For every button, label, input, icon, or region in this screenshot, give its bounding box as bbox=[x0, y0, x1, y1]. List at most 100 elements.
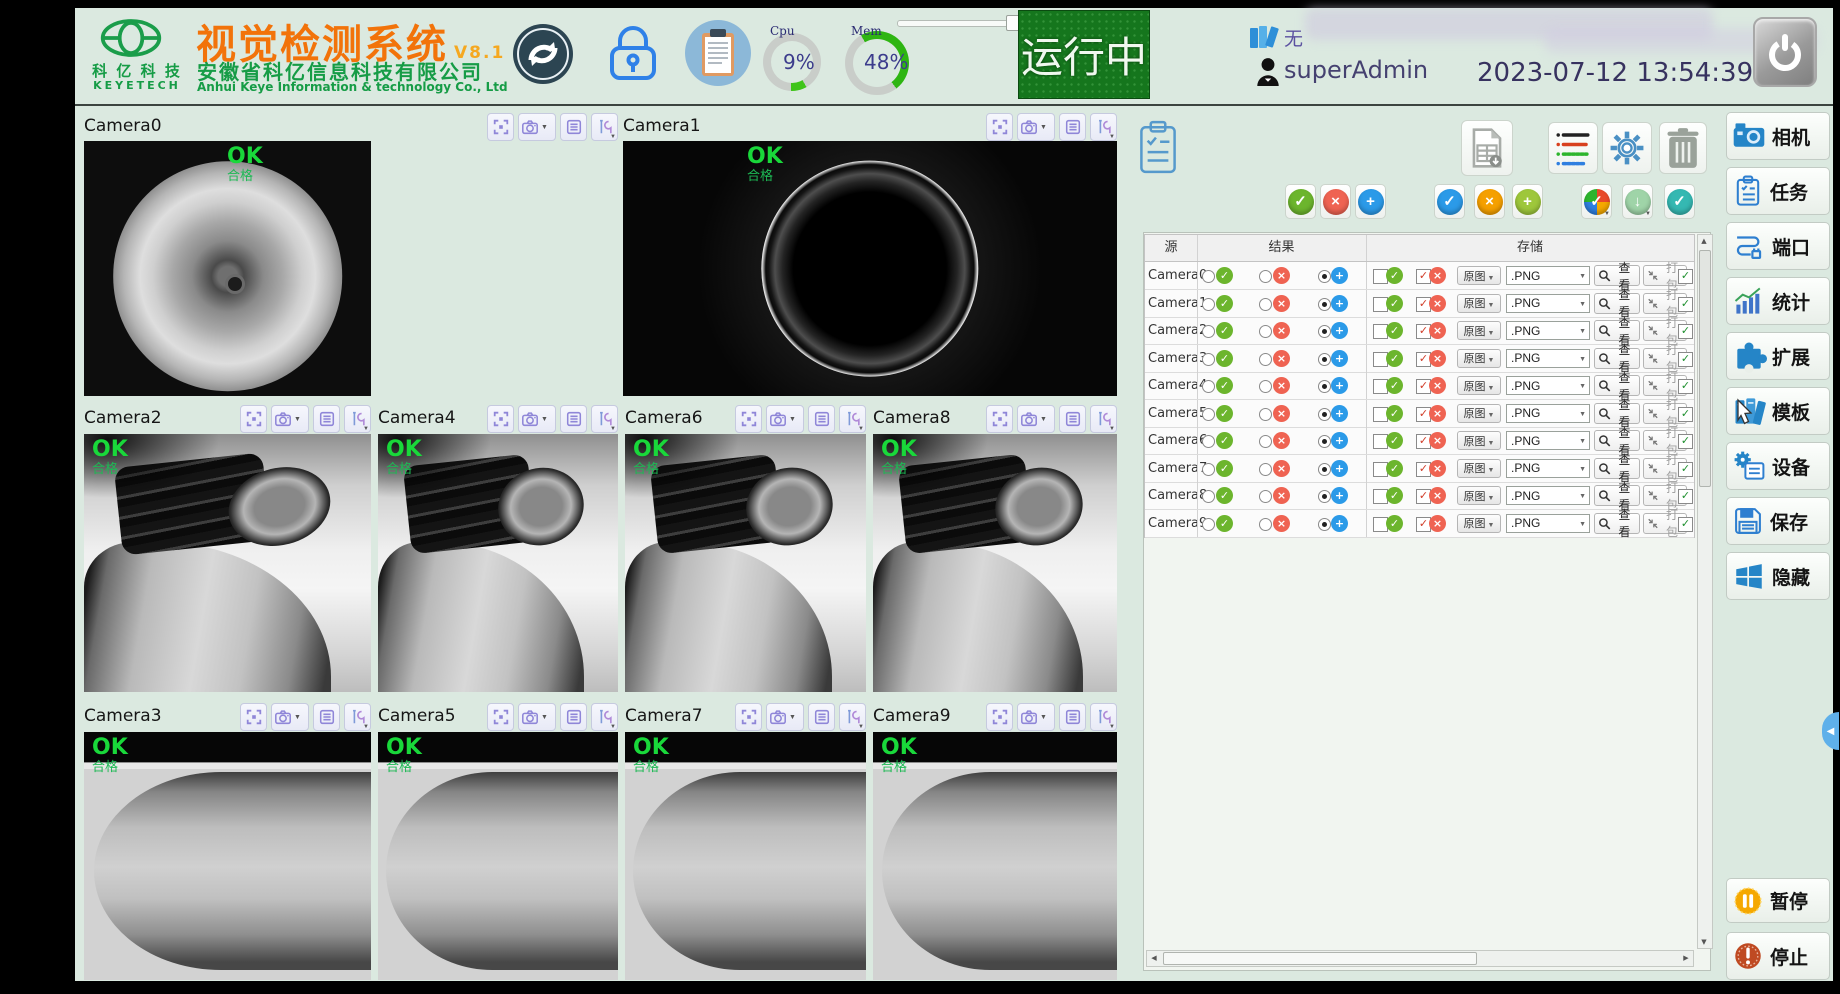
row-enabled-checkbox[interactable]: ✓ bbox=[1678, 489, 1693, 504]
list-icon[interactable] bbox=[560, 113, 587, 141]
result-ok-radio[interactable] bbox=[1202, 435, 1215, 448]
list-icon[interactable] bbox=[560, 405, 587, 433]
file-ext-dropdown[interactable]: .PNG▼ bbox=[1506, 266, 1590, 285]
expand-icon[interactable] bbox=[735, 703, 762, 731]
file-ext-dropdown[interactable]: .PNG▼ bbox=[1506, 294, 1590, 313]
snapshot-icon[interactable]: ▼ bbox=[518, 113, 556, 141]
sidebar-item-template[interactable]: 模板 bbox=[1726, 387, 1830, 435]
view-button[interactable]: 查看 bbox=[1594, 320, 1640, 341]
stop-button[interactable]: 停止 bbox=[1726, 932, 1830, 980]
file-ext-dropdown[interactable]: .PNG▼ bbox=[1506, 459, 1590, 478]
result-all-radio[interactable] bbox=[1318, 435, 1331, 448]
row-enabled-checkbox[interactable]: ✓ bbox=[1678, 352, 1693, 367]
view-button[interactable]: 查看 bbox=[1594, 375, 1640, 396]
result-ng-radio[interactable] bbox=[1259, 518, 1272, 531]
snapshot-icon[interactable]: ▼ bbox=[518, 703, 556, 731]
result-ok-radio[interactable] bbox=[1202, 463, 1215, 476]
result-ng-radio[interactable] bbox=[1259, 325, 1272, 338]
result-all-radio[interactable] bbox=[1318, 325, 1331, 338]
sidebar-item-save[interactable]: 保存 bbox=[1726, 497, 1830, 545]
camera-image[interactable]: OK 合格 bbox=[378, 732, 618, 980]
result-all-radio[interactable] bbox=[1318, 490, 1331, 503]
list-icon[interactable] bbox=[313, 405, 340, 433]
clipboard-icon[interactable] bbox=[684, 19, 752, 87]
file-ext-dropdown[interactable]: .PNG▼ bbox=[1506, 404, 1590, 423]
expand-icon[interactable] bbox=[240, 703, 267, 731]
sidebar-item-device[interactable]: 设备 bbox=[1726, 442, 1830, 490]
result-ng-radio[interactable] bbox=[1259, 298, 1272, 311]
view-button[interactable]: 查看 bbox=[1594, 293, 1640, 314]
tools-icon[interactable]: ▼ bbox=[591, 405, 618, 433]
sidebar-item-extension[interactable]: 扩展 bbox=[1726, 332, 1830, 380]
expand-icon[interactable] bbox=[487, 405, 514, 433]
row-enabled-checkbox[interactable]: ✓ bbox=[1678, 434, 1693, 449]
file-ext-dropdown[interactable]: .PNG▼ bbox=[1506, 514, 1590, 533]
list-icon[interactable] bbox=[1059, 113, 1086, 141]
store-ng-all-button[interactable]: × bbox=[1474, 184, 1505, 219]
row-enabled-checkbox[interactable]: ✓ bbox=[1678, 517, 1693, 532]
tools-icon[interactable]: ▼ bbox=[839, 405, 866, 433]
row-enabled-checkbox[interactable]: ✓ bbox=[1678, 407, 1693, 422]
snapshot-icon[interactable]: ▼ bbox=[1017, 113, 1055, 141]
camera-image[interactable]: OK 合格 bbox=[623, 141, 1117, 396]
result-ng-radio[interactable] bbox=[1259, 380, 1272, 393]
result-ng-radio[interactable] bbox=[1259, 353, 1272, 366]
sidebar-item-camera[interactable]: 相机 bbox=[1726, 112, 1830, 160]
result-ng-filter-button[interactable]: × bbox=[1320, 184, 1351, 219]
image-type-dropdown[interactable]: 原图▼ bbox=[1457, 459, 1501, 478]
log-list-icon[interactable] bbox=[1548, 122, 1598, 174]
result-ok-radio[interactable] bbox=[1202, 353, 1215, 366]
image-type-dropdown[interactable]: 原图▼ bbox=[1457, 514, 1501, 533]
snapshot-icon[interactable]: ▼ bbox=[766, 703, 804, 731]
tools-icon[interactable]: ▼ bbox=[591, 113, 618, 141]
tools-icon[interactable]: ▼ bbox=[1090, 703, 1117, 731]
sidebar-item-stats[interactable]: 统计 bbox=[1726, 277, 1830, 325]
sidebar-item-task[interactable]: 任务 bbox=[1726, 167, 1830, 215]
result-ng-radio[interactable] bbox=[1259, 490, 1272, 503]
apply-all-button[interactable]: ✓▼ bbox=[1581, 184, 1612, 219]
trash-icon[interactable] bbox=[1659, 122, 1707, 174]
snapshot-icon[interactable]: ▼ bbox=[271, 703, 309, 731]
view-button[interactable]: 查看 bbox=[1594, 485, 1640, 506]
result-ok-radio[interactable] bbox=[1202, 270, 1215, 283]
file-ext-dropdown[interactable]: .PNG▼ bbox=[1506, 431, 1590, 450]
image-type-dropdown[interactable]: 原图▼ bbox=[1457, 431, 1501, 450]
snapshot-icon[interactable]: ▼ bbox=[1017, 405, 1055, 433]
download-all-button[interactable]: ↓▼ bbox=[1622, 184, 1653, 219]
view-button[interactable]: 查看 bbox=[1594, 513, 1640, 534]
result-ok-radio[interactable] bbox=[1202, 298, 1215, 311]
store-ok-all-button[interactable]: ✓ bbox=[1434, 184, 1465, 219]
file-ext-dropdown[interactable]: .PNG▼ bbox=[1506, 376, 1590, 395]
expand-icon[interactable] bbox=[986, 113, 1013, 141]
file-ext-dropdown[interactable]: .PNG▼ bbox=[1506, 349, 1590, 368]
expand-icon[interactable] bbox=[986, 703, 1013, 731]
camera-image[interactable]: OK 合格 bbox=[84, 732, 371, 980]
export-icon[interactable] bbox=[1461, 120, 1513, 176]
row-enabled-checkbox[interactable]: ✓ bbox=[1678, 269, 1693, 284]
header-slider-track[interactable] bbox=[897, 20, 1019, 27]
row-enabled-checkbox[interactable]: ✓ bbox=[1678, 462, 1693, 477]
power-icon[interactable] bbox=[1753, 17, 1817, 87]
snapshot-icon[interactable]: ▼ bbox=[1017, 703, 1055, 731]
view-button[interactable]: 查看 bbox=[1594, 430, 1640, 451]
result-ok-radio[interactable] bbox=[1202, 490, 1215, 503]
camera-image[interactable]: OK 合格 bbox=[84, 434, 371, 692]
image-type-dropdown[interactable]: 原图▼ bbox=[1457, 321, 1501, 340]
refresh-icon[interactable] bbox=[511, 22, 575, 86]
view-button[interactable]: 查看 bbox=[1594, 265, 1640, 286]
row-enabled-checkbox[interactable]: ✓ bbox=[1678, 379, 1693, 394]
tools-icon[interactable]: ▼ bbox=[1090, 405, 1117, 433]
tools-icon[interactable]: ▼ bbox=[591, 703, 618, 731]
result-ng-radio[interactable] bbox=[1259, 270, 1272, 283]
snapshot-icon[interactable]: ▼ bbox=[518, 405, 556, 433]
horizontal-scrollbar[interactable]: ◀ ▶ bbox=[1146, 950, 1694, 967]
tools-icon[interactable]: ▼ bbox=[839, 703, 866, 731]
result-ok-filter-button[interactable]: ✓ bbox=[1285, 184, 1316, 219]
result-all-radio[interactable] bbox=[1318, 518, 1331, 531]
camera-image[interactable]: OK 合格 bbox=[873, 434, 1117, 692]
tools-icon[interactable]: ▼ bbox=[1090, 113, 1117, 141]
expand-icon[interactable] bbox=[735, 405, 762, 433]
result-all-radio[interactable] bbox=[1318, 463, 1331, 476]
result-all-radio[interactable] bbox=[1318, 380, 1331, 393]
list-icon[interactable] bbox=[1059, 405, 1086, 433]
